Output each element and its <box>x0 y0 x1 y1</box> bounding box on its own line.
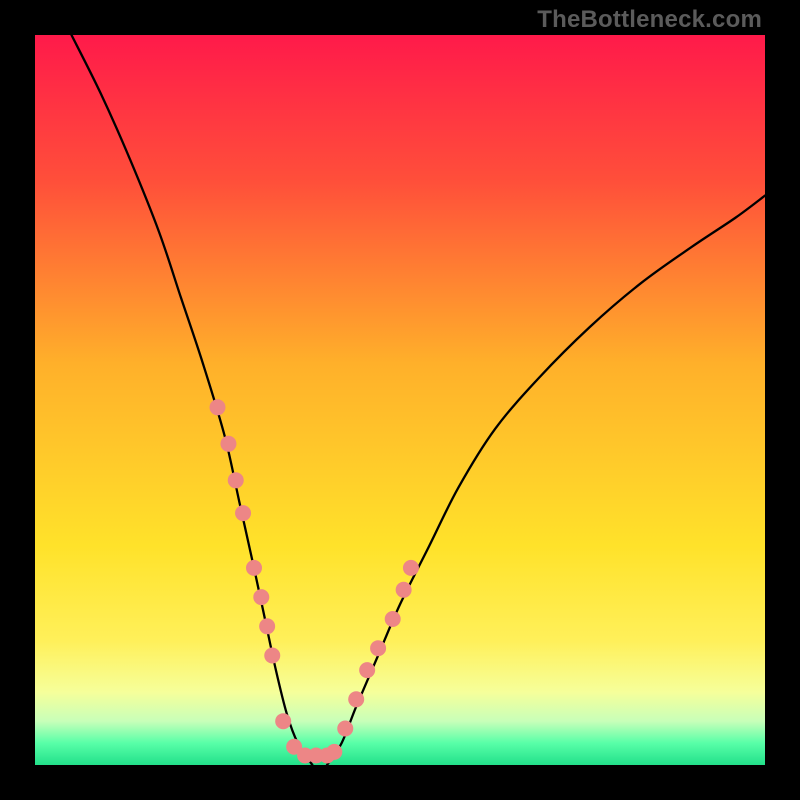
background-gradient <box>35 35 765 765</box>
watermark-text: TheBottleneck.com <box>537 6 762 34</box>
plot-area <box>35 35 765 765</box>
chart-frame: TheBottleneck.com <box>0 0 800 800</box>
